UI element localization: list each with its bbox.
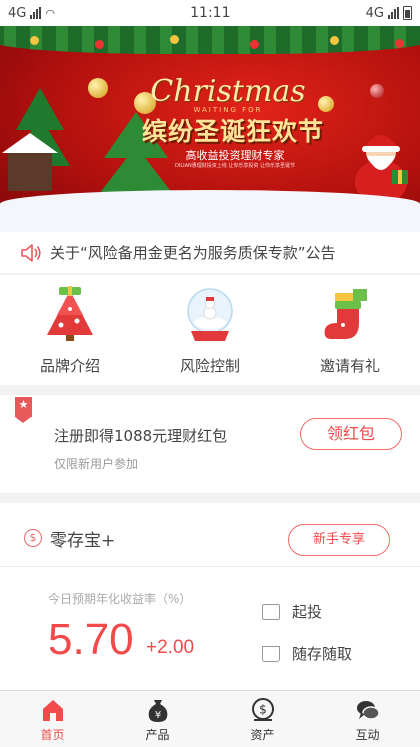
app-screen: 4G ◠ 11:11 4G Christmas WAITING FOR 缤纷圣诞… <box>0 0 420 747</box>
battery-icon <box>403 6 412 20</box>
christmas-banner[interactable]: Christmas WAITING FOR 缤纷圣诞狂欢节 高收益投资理财专家 … <box>0 26 420 232</box>
snow-house <box>2 133 58 191</box>
feature-risk-control[interactable]: 风险控制 <box>140 275 280 385</box>
tab-label: 产品 <box>145 728 170 742</box>
feature-label: 邀请有礼 <box>319 357 380 375</box>
tab-products[interactable]: ¥ 产品 <box>105 691 210 747</box>
garland-ornament <box>30 36 39 45</box>
feature-invite-gift[interactable]: 邀请有礼 <box>280 275 420 385</box>
claim-red-packet-button[interactable]: 领红包 <box>300 418 402 450</box>
min-investment-label: 起投 <box>292 603 323 621</box>
tab-interaction[interactable]: 互动 <box>315 691 420 747</box>
bottom-tab-bar: 首页 ¥ 产品 $ 资产 互动 <box>0 690 420 747</box>
banner-script-title: Christmas <box>150 74 306 109</box>
banner-headline: 缤纷圣诞狂欢节 <box>141 117 324 146</box>
feature-label: 风险控制 <box>179 357 240 375</box>
flexible-access-row: 随存随取 <box>262 643 352 664</box>
snow-ground <box>0 190 420 232</box>
product-name: 零存宝+ <box>50 531 116 551</box>
home-icon <box>42 700 63 721</box>
christmas-tree-left-2 <box>16 88 64 130</box>
garland-ornament <box>250 40 259 49</box>
feature-grid: 品牌介绍 风险控制 邀请有礼 <box>0 275 420 385</box>
signup-bonus-subtitle: 仅限新用户参加 <box>54 457 139 471</box>
garland-decoration <box>0 26 420 54</box>
red-ornament <box>370 84 384 98</box>
star-badge-icon: ★ <box>15 397 32 423</box>
garland-ornament <box>95 40 104 49</box>
bonus-rate: +2.00 <box>146 637 195 658</box>
product-card[interactable]: $ 零存宝+ 新手专享 今日预期年化收益率（%） 5.70 +2.00 起投 随… <box>0 503 420 690</box>
signup-bonus-title: 注册即得1088元理财红包 <box>54 427 228 445</box>
rate-label: 今日预期年化收益率（%） <box>48 592 192 606</box>
money-bag-icon: ¥ <box>148 700 167 722</box>
deposit-icon <box>262 645 280 662</box>
chat-bubbles-icon <box>356 701 380 720</box>
flexible-access-label: 随存随取 <box>292 645 353 663</box>
tab-assets[interactable]: $ 资产 <box>210 691 315 747</box>
gold-ornament <box>88 78 108 98</box>
banner-fine-print: DILIAN惠理财投资上线 让你乐享投资 让你乐享圣诞节 <box>175 163 295 169</box>
network-label-right: 4G <box>365 5 384 21</box>
christmas-tree-icon <box>47 286 93 341</box>
product-header: $ 零存宝+ 新手专享 <box>0 503 420 567</box>
coin-icon: $ <box>24 529 42 547</box>
tab-label: 资产 <box>250 728 275 742</box>
garland-ornament <box>395 39 404 48</box>
wifi-icon: ◠ <box>45 6 55 20</box>
announcement-text: 关于“风险备用金更名为服务质保专款”公告 <box>50 244 336 262</box>
signal-icon <box>30 7 42 19</box>
christmas-stocking-icon <box>324 289 367 339</box>
network-label: 4G <box>8 5 27 21</box>
min-investment-row: 起投 <box>262 601 322 622</box>
garland-ornament <box>330 36 339 45</box>
status-bar: 4G ◠ 11:11 4G <box>0 0 420 26</box>
newbie-exclusive-button[interactable]: 新手专享 <box>288 524 390 556</box>
gold-ornament <box>318 96 334 112</box>
tab-home[interactable]: 首页 <box>0 691 105 747</box>
annual-rate: 5.70 <box>48 615 134 664</box>
speaker-icon <box>21 243 41 262</box>
status-right: 4G <box>366 6 412 21</box>
svg-text:$: $ <box>259 703 267 717</box>
announcement-bar[interactable]: 关于“风险备用金更名为服务质保专款”公告 <box>0 232 420 274</box>
snow-globe-icon <box>187 288 233 341</box>
feature-brand-intro[interactable]: 品牌介绍 <box>0 275 140 385</box>
asset-dollar-icon: $ <box>251 698 274 721</box>
wallet-icon <box>262 603 280 620</box>
signal-icon-right <box>388 7 399 19</box>
banner-tagline: 高收益投资理财专家 <box>185 149 285 162</box>
status-left: 4G ◠ <box>8 6 55 21</box>
feature-label: 品牌介绍 <box>39 357 100 375</box>
tab-label: 首页 <box>40 728 65 742</box>
signup-bonus-card: ★ 注册即得1088元理财红包 仅限新用户参加 领红包 <box>0 395 420 493</box>
tab-label: 互动 <box>355 728 380 742</box>
garland-ornament <box>170 35 179 44</box>
clock: 11:11 <box>190 5 231 21</box>
svg-text:¥: ¥ <box>154 710 160 721</box>
